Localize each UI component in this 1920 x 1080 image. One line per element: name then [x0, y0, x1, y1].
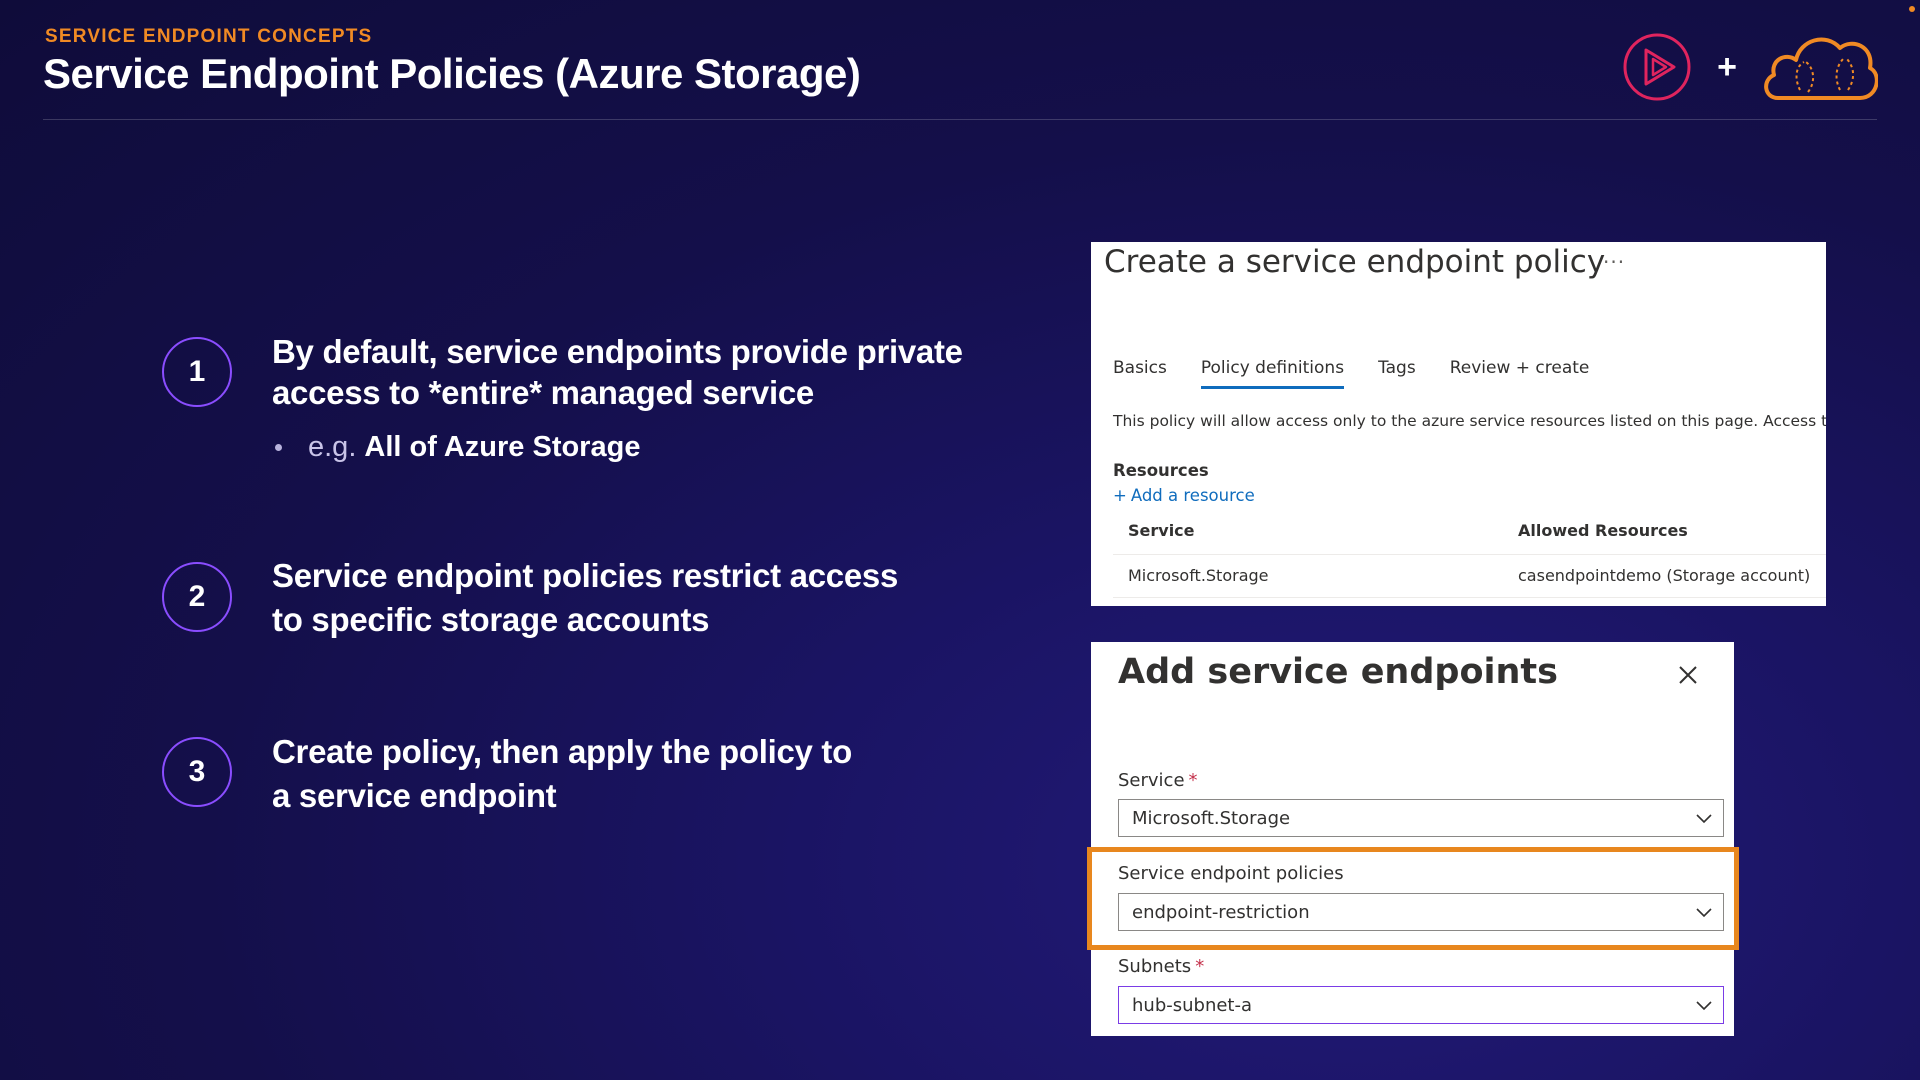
step-1-line-1: By default, service endpoints provide pr…	[272, 333, 963, 370]
chevron-down-icon	[1696, 908, 1712, 918]
more-options-icon[interactable]: ···	[1603, 250, 1625, 274]
subnets-label-text: Subnets	[1118, 956, 1192, 977]
service-label: Service *	[1118, 770, 1198, 791]
step-2-line-1: Service endpoint policies restrict acces…	[272, 557, 898, 594]
table-row-divider	[1113, 597, 1826, 598]
subnets-value: hub-subnet-a	[1132, 994, 1253, 1016]
step-2-badge: 2	[162, 562, 232, 632]
table-header-divider	[1113, 554, 1826, 555]
row-service-cell: Microsoft.Storage	[1128, 566, 1269, 585]
slide-title: Service Endpoint Policies (Azure Storage…	[43, 50, 861, 97]
play-logo-icon	[1623, 33, 1691, 101]
step-2-text: Service endpoint policies restrict acces…	[272, 554, 898, 642]
subnets-label: Subnets *	[1118, 956, 1204, 977]
close-icon[interactable]	[1675, 662, 1701, 688]
tab-basics[interactable]: Basics	[1113, 358, 1167, 389]
add-icon: +	[1113, 486, 1127, 505]
step-1-line-2: access to *entire* managed service	[272, 374, 814, 411]
policy-description: This policy will allow access only to th…	[1113, 412, 1826, 430]
corner-dot	[1909, 6, 1915, 12]
add-service-endpoints-screenshot: Add service endpoints Service * Microsoft…	[1091, 642, 1734, 1036]
service-value: Microsoft.Storage	[1132, 807, 1291, 829]
row-allowed-cell: casendpointdemo (Storage account)	[1518, 566, 1811, 585]
policy-tabs: Basics Policy definitions Tags Review + …	[1113, 358, 1623, 389]
column-header-allowed-resources: Allowed Resources	[1518, 521, 1688, 540]
add-resource-link[interactable]: + Add a resource	[1113, 486, 1255, 505]
example-prefix: e.g.	[308, 431, 357, 463]
chevron-down-icon	[1696, 814, 1712, 824]
service-dropdown[interactable]: Microsoft.Storage	[1118, 799, 1724, 837]
policies-label: Service endpoint policies	[1118, 863, 1344, 884]
cloud-logo-icon	[1764, 37, 1878, 100]
column-header-service: Service	[1128, 521, 1195, 540]
required-marker: *	[1195, 956, 1205, 977]
step-3-line-2: a service endpoint	[272, 777, 557, 814]
chevron-down-icon	[1696, 1001, 1712, 1011]
example-strong: All of Azure Storage	[364, 431, 641, 463]
endpoint-panel-title: Add service endpoints	[1118, 652, 1558, 692]
tab-tags[interactable]: Tags	[1378, 358, 1416, 389]
resources-heading: Resources	[1113, 461, 1209, 480]
add-resource-label: Add a resource	[1130, 486, 1255, 505]
step-3-text: Create policy, then apply the policy to …	[272, 730, 852, 818]
tab-policy-definitions[interactable]: Policy definitions	[1200, 358, 1345, 389]
subnets-dropdown[interactable]: hub-subnet-a	[1118, 986, 1724, 1024]
policies-value: endpoint-restriction	[1132, 901, 1310, 923]
create-policy-screenshot: Create a service endpoint policy ··· Bas…	[1091, 242, 1826, 606]
required-marker: *	[1188, 770, 1198, 791]
service-endpoint-policies-dropdown[interactable]: endpoint-restriction	[1118, 893, 1724, 931]
step-3-badge: 3	[162, 737, 232, 807]
tab-review-create[interactable]: Review + create	[1450, 358, 1590, 389]
step-2-line-2: to specific storage accounts	[272, 601, 710, 638]
bullet-dot	[275, 444, 282, 451]
step-1-text: By default, service endpoints provide pr…	[272, 331, 963, 413]
step-1-example: e.g. All of Azure Storage	[275, 431, 640, 464]
step-3-line-1: Create policy, then apply the policy to	[272, 733, 852, 770]
header-divider	[43, 119, 1877, 120]
plus-symbol: +	[1717, 48, 1737, 86]
section-kicker: SERVICE ENDPOINT CONCEPTS	[45, 26, 373, 47]
policy-panel-title: Create a service endpoint policy	[1104, 244, 1606, 280]
service-label-text: Service	[1118, 770, 1185, 791]
step-1-badge: 1	[162, 337, 232, 407]
